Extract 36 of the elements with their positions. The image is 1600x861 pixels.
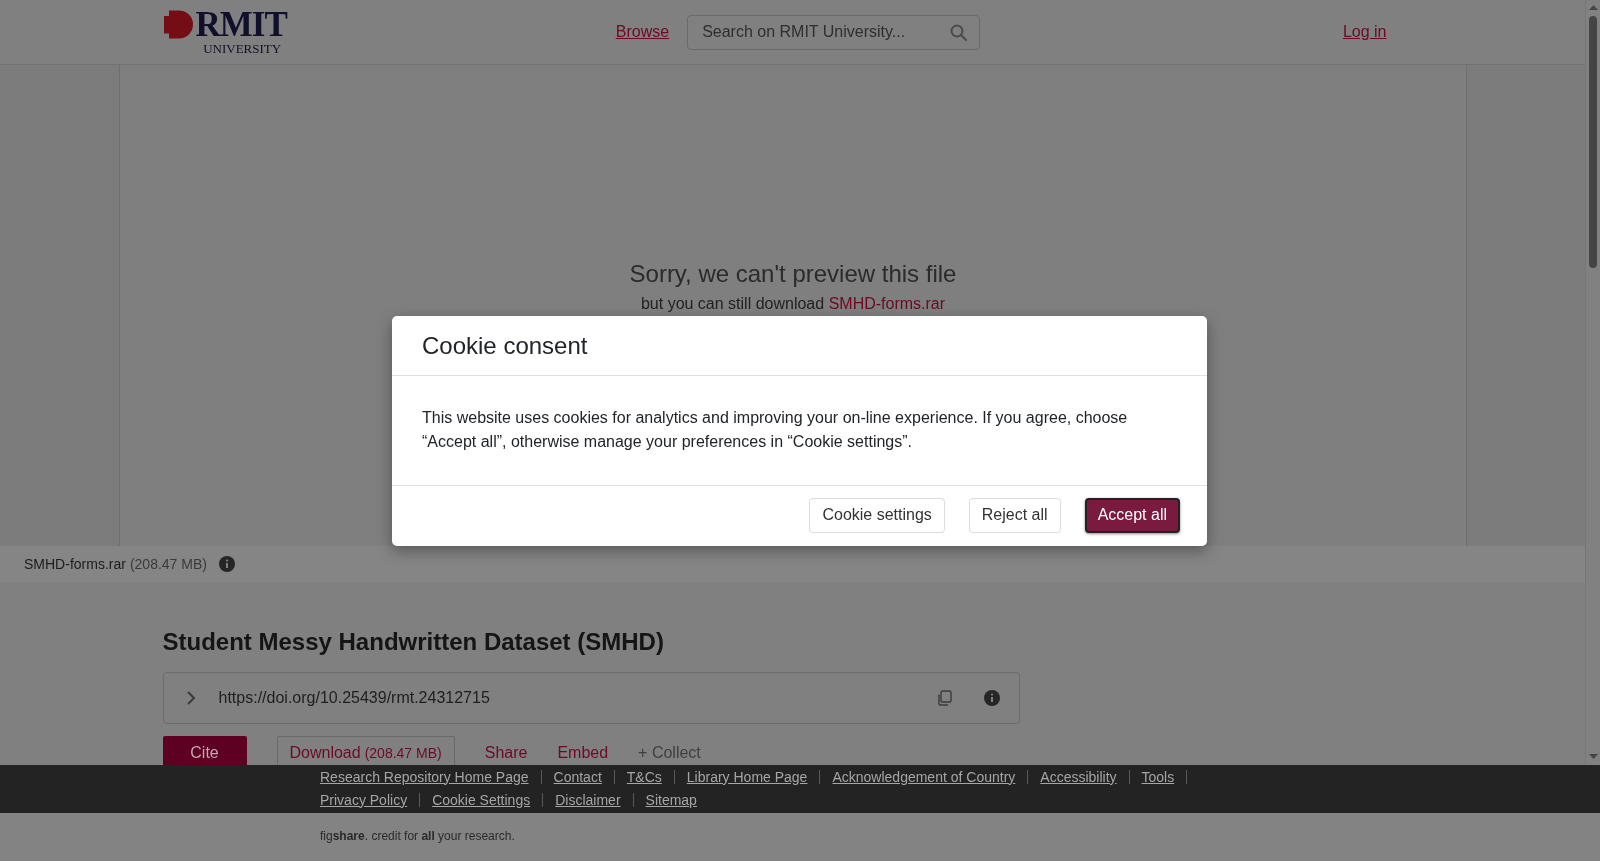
info-icon[interactable] xyxy=(983,690,1000,706)
dialog-button[interactable]: Cookie settings xyxy=(809,497,945,533)
copy-icon[interactable] xyxy=(935,690,952,706)
search-icon[interactable] xyxy=(950,23,968,41)
dialog-message: This website uses cookies for analytics and improving your on-line experience. If you agree, choose “Accept all”, otherwise manage your preferences in “Cookie settings”. xyxy=(421,408,1129,452)
search-field[interactable]: Search on RMIT University... xyxy=(687,14,981,50)
footer-link[interactable]: Research Repository Home Page xyxy=(320,766,529,787)
file-name: SMHD-forms.rar xyxy=(24,556,126,572)
doi-link[interactable]: https://doi.org/10.25439/rmt.24312715 xyxy=(218,689,490,707)
logo-icon xyxy=(162,9,193,39)
logo-subtitle: UNIVERSITY xyxy=(203,41,282,55)
footer-link[interactable]: Acknowledgement of Country xyxy=(832,766,1016,787)
footer-link[interactable]: Privacy Policy xyxy=(320,789,408,810)
scroll-down-arrow-icon[interactable] xyxy=(1588,754,1598,759)
footer-link[interactable]: Tools xyxy=(1141,766,1175,787)
footer-link[interactable]: Disclaimer xyxy=(555,789,621,810)
preview-note: but you can still download SMHD-forms.rar xyxy=(639,294,947,314)
scroll-up-arrow-icon[interactable] xyxy=(1588,5,1598,10)
footer-link[interactable]: T&Cs xyxy=(626,766,662,787)
dialog-title: Cookie consent xyxy=(422,331,588,360)
footer-link[interactable]: Sitemap xyxy=(645,789,697,810)
footer-link[interactable]: Accessibility xyxy=(1040,766,1117,787)
footer-link[interactable]: Library Home Page xyxy=(686,766,808,787)
file-size: (208.47 MB) xyxy=(129,556,207,572)
logo-wordmark: RMIT xyxy=(195,9,287,39)
dialog-button[interactable]: Reject all xyxy=(968,497,1061,533)
footer-link[interactable]: Contact xyxy=(553,766,602,787)
footer-link[interactable]: Cookie Settings xyxy=(432,789,531,810)
preview-message: Sorry, we can't preview this file xyxy=(628,260,958,288)
dataset-title: Student Messy Handwritten Dataset (SMHD) xyxy=(162,627,664,656)
cite-button[interactable]: Cite xyxy=(162,736,247,765)
footer-tagline: figshare. credit for all your research. xyxy=(320,829,515,843)
scrollbar[interactable] xyxy=(1585,0,1600,765)
dialog-button[interactable]: Accept all xyxy=(1084,497,1180,533)
info-icon[interactable] xyxy=(218,556,235,572)
scrollbar-thumb[interactable] xyxy=(1589,16,1597,268)
